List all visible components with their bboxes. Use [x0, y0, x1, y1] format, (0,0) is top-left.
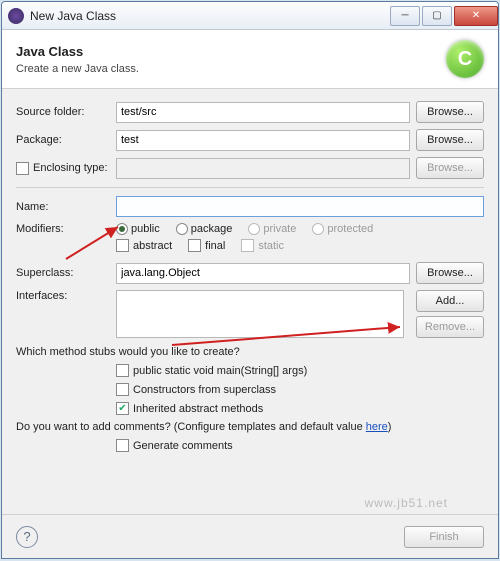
configure-templates-link[interactable]: here	[366, 421, 388, 433]
stub-inherited-label: Inherited abstract methods	[133, 403, 263, 415]
modifier-package-radio[interactable]	[176, 223, 188, 235]
maximize-button[interactable]: ▢	[422, 6, 452, 26]
stub-main-label: public static void main(String[] args)	[133, 365, 307, 377]
finish-button: Finish	[404, 526, 484, 548]
interfaces-list[interactable]	[116, 290, 404, 338]
modifier-abstract-checkbox[interactable]	[116, 239, 129, 252]
source-folder-label: Source folder:	[16, 106, 116, 118]
superclass-browse-button[interactable]: Browse...	[416, 262, 484, 284]
stub-inherited-checkbox[interactable]: ✔	[116, 402, 129, 415]
window-title: New Java Class	[30, 9, 388, 23]
help-button[interactable]: ?	[16, 526, 38, 548]
class-icon: C	[446, 40, 484, 78]
modifier-static-checkbox	[241, 239, 254, 252]
dialog-header: Java Class Create a new Java class. C	[2, 30, 498, 89]
source-folder-input[interactable]	[116, 102, 410, 123]
dialog-window: New Java Class ─ ▢ ✕ Java Class Create a…	[1, 1, 499, 559]
dialog-footer: ? Finish	[2, 514, 498, 558]
name-label: Name:	[16, 201, 116, 213]
superclass-input[interactable]	[116, 263, 410, 284]
generate-comments-label: Generate comments	[133, 440, 233, 452]
interfaces-label: Interfaces:	[16, 290, 116, 302]
modifier-protected-radio	[312, 223, 324, 235]
package-label: Package:	[16, 134, 116, 146]
generate-comments-checkbox[interactable]	[116, 439, 129, 452]
watermark-text: www.jb51.net	[365, 496, 448, 510]
comments-question: Do you want to add comments? (Configure …	[16, 421, 484, 433]
modifier-private-radio	[248, 223, 260, 235]
interfaces-add-button[interactable]: Add...	[416, 290, 484, 312]
name-input[interactable]	[116, 196, 484, 217]
stub-constructors-checkbox[interactable]	[116, 383, 129, 396]
eclipse-icon	[8, 8, 24, 24]
header-subtitle: Create a new Java class.	[16, 63, 139, 75]
dialog-body: Source folder: Browse... Package: Browse…	[2, 89, 498, 514]
close-button[interactable]: ✕	[454, 6, 498, 26]
enclosing-type-input	[116, 158, 410, 179]
superclass-label: Superclass:	[16, 267, 116, 279]
modifier-public-radio[interactable]	[116, 223, 128, 235]
enclosing-type-checkbox[interactable]	[16, 162, 29, 175]
stub-main-checkbox[interactable]	[116, 364, 129, 377]
stub-constructors-label: Constructors from superclass	[133, 384, 276, 396]
package-input[interactable]	[116, 130, 410, 151]
modifiers-label: Modifiers:	[16, 223, 116, 235]
minimize-button[interactable]: ─	[390, 6, 420, 26]
modifier-final-checkbox[interactable]	[188, 239, 201, 252]
package-browse-button[interactable]: Browse...	[416, 129, 484, 151]
stubs-question: Which method stubs would you like to cre…	[16, 346, 484, 358]
interfaces-remove-button: Remove...	[416, 316, 484, 338]
titlebar[interactable]: New Java Class ─ ▢ ✕	[2, 2, 498, 30]
enclosing-type-label: Enclosing type:	[33, 162, 116, 174]
header-title: Java Class	[16, 44, 139, 59]
source-folder-browse-button[interactable]: Browse...	[416, 101, 484, 123]
enclosing-type-browse-button: Browse...	[416, 157, 484, 179]
